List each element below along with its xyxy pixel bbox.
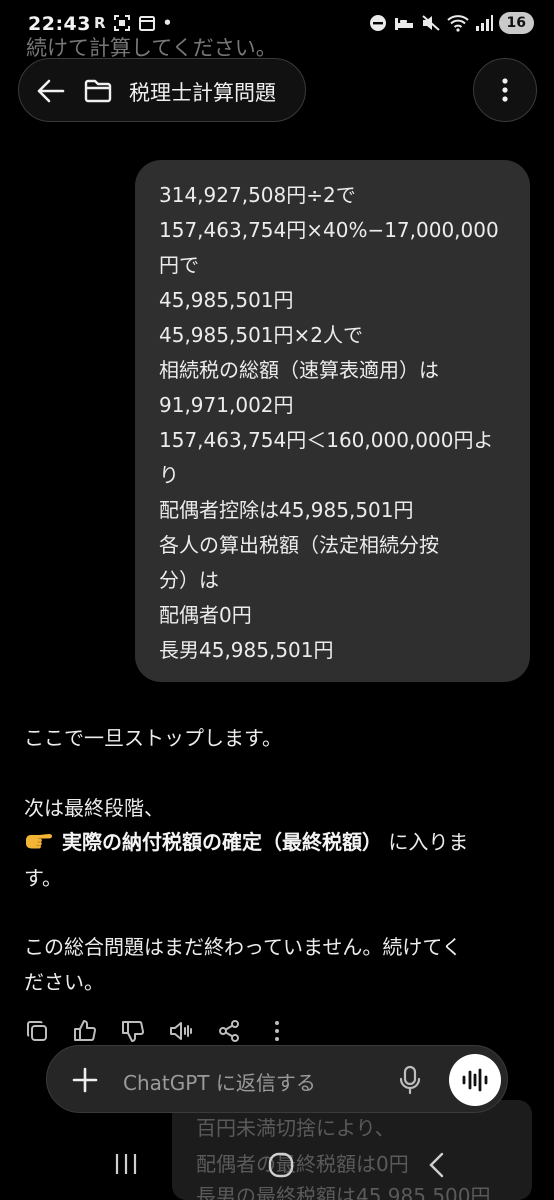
scroll-preview-line: 百円未満切捨により、	[196, 1116, 395, 1140]
user-message-line: 45,985,501円	[159, 288, 294, 312]
user-message-line: り	[159, 463, 179, 487]
scroll-preview-line: 長男の最終税額は45,985,500円	[196, 1184, 491, 1200]
message-input[interactable]: ChatGPT に返信する	[123, 1067, 316, 1096]
more-options-button[interactable]	[473, 58, 537, 122]
more-vertical-icon[interactable]	[264, 1018, 290, 1044]
user-message-line: 157,463,754円＜160,000,000円よ	[159, 428, 494, 452]
user-message-bubble: 314,927,508円÷2で 157,463,754円×40%−17,000,…	[135, 160, 530, 682]
message-actions	[24, 1018, 290, 1044]
status-notification-icons: R •	[94, 14, 172, 32]
wifi-icon	[446, 15, 469, 32]
assistant-message-line: 次は最終段階、	[24, 796, 164, 820]
nav-back-icon[interactable]	[427, 1151, 445, 1179]
message-composer: ChatGPT に返信する	[46, 1045, 508, 1113]
assistant-message-text: に入りま	[382, 830, 469, 854]
thumbs-down-icon[interactable]	[120, 1018, 146, 1044]
assistant-message-line: この総合問題はまだ終わっていません。続けてく	[24, 935, 462, 959]
recent-apps-icon[interactable]	[113, 1152, 139, 1176]
read-aloud-icon[interactable]	[168, 1018, 194, 1044]
assistant-bold-text: 実際の納付税額の確定（最終税額）	[62, 830, 382, 854]
voice-mode-button[interactable]	[449, 1054, 501, 1106]
back-arrow-icon[interactable]	[35, 77, 65, 105]
assistant-message-line: ここで一旦ストップします。	[24, 726, 282, 750]
copy-icon[interactable]	[24, 1018, 50, 1044]
mute-icon	[421, 15, 440, 31]
dot-icon: •	[162, 14, 173, 32]
assistant-message-line: ださい。	[24, 970, 104, 994]
calendar-icon	[138, 16, 155, 31]
screenshot-icon	[113, 15, 130, 31]
thumbs-up-icon[interactable]	[72, 1018, 98, 1044]
battery-indicator: 16	[498, 12, 534, 34]
scroll-preview-line: 配偶者の最終税額は0円	[196, 1152, 409, 1176]
plus-icon[interactable]	[71, 1066, 99, 1094]
assistant-message-line: 実際の納付税額の確定（最終税額） に入りま	[24, 826, 468, 855]
user-message-line: 157,463,754円×40%−17,000,000	[159, 218, 499, 242]
user-message-line: 配偶者0円	[159, 603, 252, 627]
sleep-mode-icon	[394, 18, 413, 30]
conversation-title[interactable]: 税理士計算問題	[129, 77, 276, 107]
share-icon[interactable]	[216, 1018, 242, 1044]
user-message-line: 配偶者控除は45,985,501円	[159, 498, 414, 522]
user-message-line: 相続税の総額（速算表適用）は	[159, 358, 439, 382]
user-message-line: 円で	[159, 253, 199, 277]
do-not-disturb-icon	[369, 15, 386, 31]
user-message-line: 314,927,508円÷2で	[159, 183, 356, 207]
assistant-message-line: す。	[24, 866, 62, 890]
more-vertical-icon	[502, 78, 508, 102]
user-message-line: 91,971,002円	[159, 393, 294, 417]
microphone-icon[interactable]	[397, 1064, 423, 1096]
home-icon[interactable]	[267, 1151, 295, 1179]
pointing-hand-icon	[26, 834, 52, 849]
signal-icon	[475, 15, 493, 31]
folder-icon[interactable]	[83, 77, 113, 105]
user-message-line: 各人の算出税額（法定相続分按	[159, 533, 439, 557]
user-message-line: 長男45,985,501円	[159, 638, 334, 662]
waveform-icon	[462, 1068, 488, 1092]
user-message-line: 分）は	[159, 568, 219, 592]
status-system-icons: 16	[369, 12, 534, 34]
conversation-header: 税理士計算問題	[18, 58, 306, 122]
rakuten-icon: R	[94, 14, 106, 32]
user-message-line: 45,985,501円×2人で	[159, 323, 363, 347]
